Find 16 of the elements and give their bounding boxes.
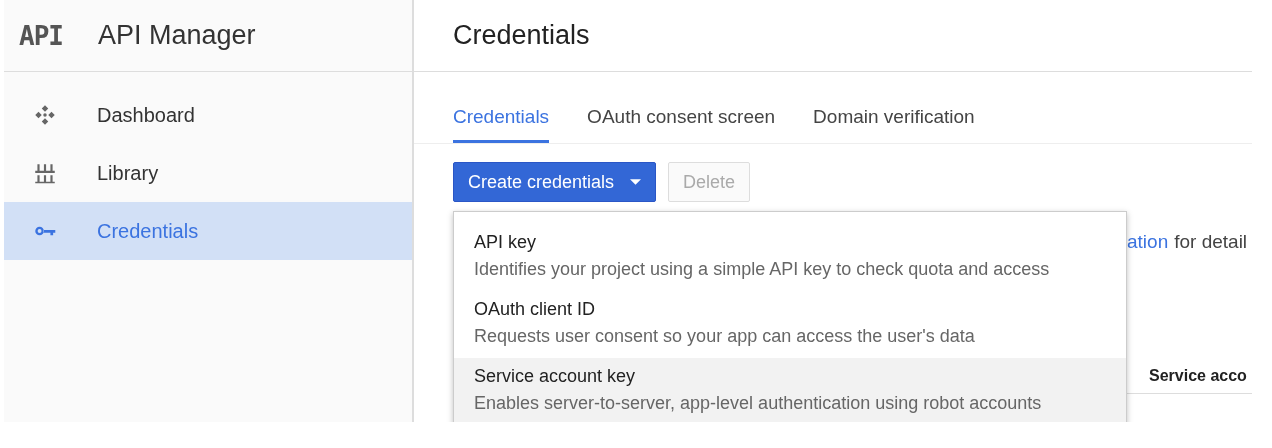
hint-text: for detail: [1174, 231, 1248, 253]
sidebar-item[interactable]: Dashboard: [4, 86, 412, 144]
menu-item[interactable]: OAuth client ID Requests user consent so your app can access the user's data: [454, 291, 1126, 358]
sidebar-item[interactable]: Library: [4, 144, 412, 202]
app-title: API Manager: [98, 20, 256, 51]
tab[interactable]: OAuth consent screen: [587, 106, 776, 143]
page-title: Credentials: [453, 20, 590, 51]
create-credentials-button[interactable]: Create credentials: [453, 162, 657, 202]
tab[interactable]: Domain verification: [813, 106, 975, 143]
caret-icon: [630, 179, 642, 185]
documentation-link[interactable]: ation: [1127, 231, 1169, 253]
menu-item[interactable]: API key Identifies your project using a simple API key to check quota and access: [454, 224, 1126, 291]
menu-item[interactable]: Service account key Enables server-to-server, app-level authentication using robot accounts: [454, 358, 1126, 422]
tab[interactable]: Credentials: [453, 106, 550, 143]
column-header: Service acco: [1149, 367, 1247, 385]
api-logo: API: [19, 20, 64, 51]
